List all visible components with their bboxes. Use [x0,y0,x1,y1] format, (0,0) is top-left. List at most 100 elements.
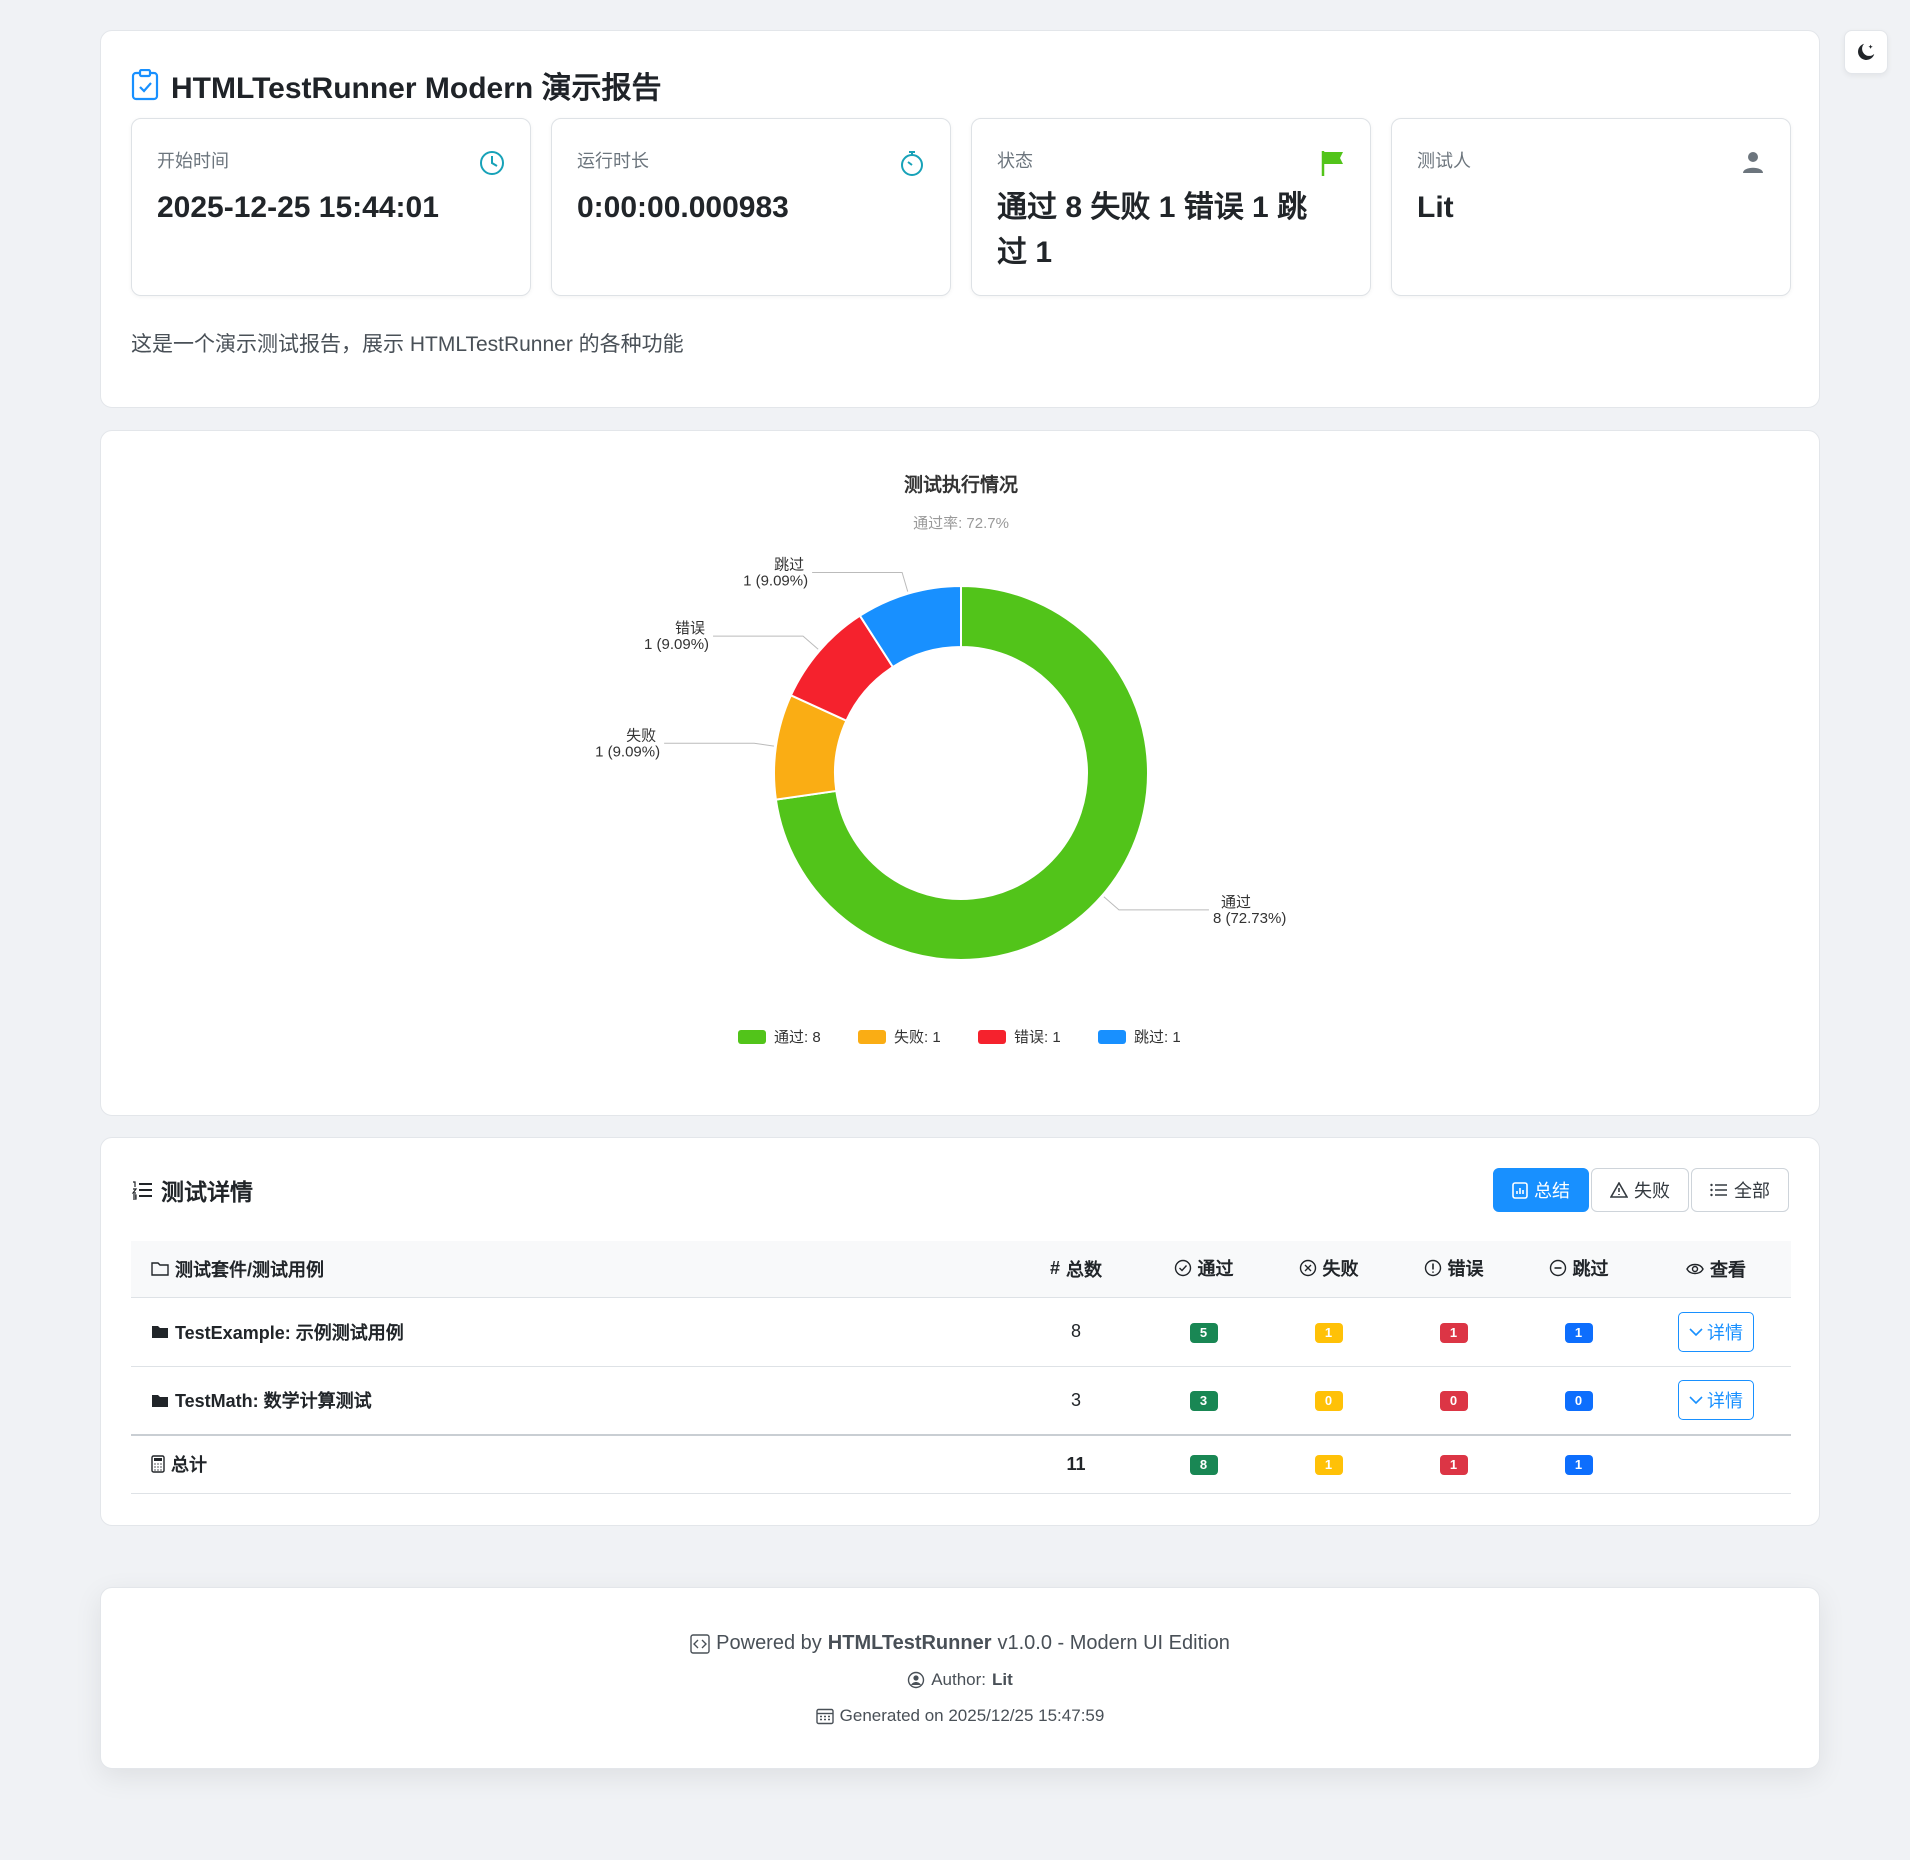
chart-label-value-2: 1 (9.09%) [595,743,660,760]
column-header-skip: 跳过 [1516,1241,1641,1298]
error-badge: 1 [1439,1455,1468,1476]
column-header-pass: 通过 [1141,1241,1266,1298]
filter-button-group: 总结 失败 全部 [1493,1168,1789,1212]
stat-label: 开始时间 [157,151,229,171]
report-header-card: HTMLTestRunner Modern 演示报告 开始时间 2025-12-… [100,30,1820,408]
skip-cell: 1 [1516,1297,1641,1367]
all-button-label: 全部 [1734,1181,1770,1201]
chart-label-name-1: 通过 [1221,894,1251,911]
chart-label-value-3: 1 (9.09%) [644,636,709,653]
suite-name: TestExample: 示例测试用例 [175,1322,404,1343]
stat-label: 状态 [997,151,1033,171]
list-ol-icon [131,1181,152,1200]
hash-icon: # [1049,1258,1060,1279]
empty-cell [1641,1434,1791,1494]
code-square-icon [690,1633,710,1654]
legend-swatch-1 [738,1030,766,1044]
clipboard-data-icon [1512,1182,1528,1199]
total-cell: 11 [1011,1434,1141,1494]
calculator-icon [151,1455,165,1473]
exclamation-circle-icon [1424,1260,1441,1277]
table-row: TestMath: 数学计算测试 3 3 0 0 0 详情 [131,1366,1791,1436]
pass-badge: 8 [1189,1455,1218,1476]
chart-label-value-1: 8 (72.73%) [1213,910,1286,927]
list-icon [1710,1183,1727,1197]
details-table: 测试套件/测试用例 # 总数 通过 失败 错误 跳过 查看 TestExample… [131,1241,1791,1494]
table-row: TestExample: 示例测试用例 8 5 1 1 1 详情 [131,1297,1791,1367]
folder-fill-icon [152,1326,168,1338]
summary-button-label: 总结 [1534,1181,1570,1201]
warning-icon [1610,1182,1628,1198]
detail-button-label: 详情 [1707,1322,1743,1343]
pass-cell: 3 [1141,1366,1266,1436]
view-cell: 详情 [1641,1366,1791,1436]
pass-cell: 5 [1141,1297,1266,1367]
chart-label-name-2: 失败 [626,727,656,744]
legend-swatch-4 [1098,1030,1126,1044]
person-icon [1740,149,1766,180]
chart-label-line-3 [713,635,819,650]
chevron-down-icon [1689,1396,1703,1405]
failed-button-label: 失败 [1634,1181,1670,1201]
column-header-label: 跳过 [1572,1259,1609,1280]
powered-name: HTMLTestRunner [827,1632,992,1654]
error-cell: 1 [1391,1434,1516,1494]
theme-toggle-button[interactable] [1844,30,1888,74]
x-circle-icon [1299,1260,1316,1277]
view-cell: 详情 [1641,1297,1791,1367]
chart-label-line-4 [812,571,909,592]
folder-fill-icon [152,1394,168,1407]
footer-card: Powered by HTMLTestRunner v1.0.0 - Moder… [100,1587,1820,1769]
suite-name-cell: TestExample: 示例测试用例 [131,1297,1011,1367]
details-card: 测试详情 总结 失败 全部 测试套件/测试用例 # 总数 通过 失败 错误 跳过… [100,1137,1820,1526]
report-description: 这是一个演示测试报告，展示 HTMLTestRunner 的各种功能 [131,333,684,356]
total-row: 总计 11 8 1 1 1 [131,1434,1791,1494]
column-header-label: 失败 [1322,1259,1359,1280]
error-badge: 0 [1439,1391,1468,1412]
column-header-total: # 总数 [1011,1241,1141,1298]
chart-label-line-2 [664,742,774,747]
error-cell: 1 [1391,1297,1516,1367]
generated-line: Generated on 2025/12/25 15:47:59 [101,1706,1819,1726]
skip-badge: 1 [1564,1322,1593,1343]
stat-start-time: 开始时间 2025-12-25 15:44:01 [131,118,531,296]
stat-label: 测试人 [1417,151,1471,171]
chart-card: 测试执行情况 通过率: 72.7% 通过 8 (72.73%) 失败 1 (9.09%) 错… [100,430,1820,1116]
all-button[interactable]: 全部 [1691,1168,1789,1212]
pass-badge: 3 [1189,1391,1218,1412]
generated-text: Generated on 2025/12/25 15:47:59 [839,1706,1105,1725]
author-line: Author: Lit [101,1670,1819,1690]
donut-chart: 测试执行情况通过率: 72.7%通过8 (72.73%)失败1 (9.09%)错… [595,473,1286,1046]
column-header-name: 测试套件/测试用例 [131,1241,1011,1298]
suite-name: TestMath: 数学计算测试 [175,1391,372,1412]
report-title: HTMLTestRunner Modern 演示报告 [131,63,662,107]
pass-badge: 5 [1189,1322,1218,1343]
legend-label-4: 跳过: 1 [1134,1029,1181,1046]
summary-button[interactable]: 总结 [1493,1168,1589,1212]
column-header-error: 错误 [1391,1241,1516,1298]
report-title-text: HTMLTestRunner Modern 演示报告 [171,72,662,105]
stat-label: 运行时长 [577,151,649,171]
chevron-down-icon [1689,1327,1703,1336]
fail-cell: 1 [1266,1434,1391,1494]
pass-cell: 8 [1141,1434,1266,1494]
powered-prefix: Powered by [716,1632,822,1654]
suite-name-cell: TestMath: 数学计算测试 [131,1366,1011,1436]
stat-tester: 测试人 Lit [1391,118,1791,296]
eye-icon [1686,1263,1704,1274]
chart-label-name-3: 错误 [675,620,705,637]
failed-button[interactable]: 失败 [1591,1168,1689,1212]
stat-value: 0:00:00.000983 [577,191,789,224]
detail-button[interactable]: 详情 [1678,1311,1754,1352]
skip-cell: 0 [1516,1366,1641,1436]
stat-value: 通过 8 失败 1 错误 1 跳过 1 [997,191,1308,269]
stat-value: Lit [1417,191,1454,224]
dash-circle-icon [1549,1260,1566,1277]
chart-title: 测试执行情况 [904,473,1018,496]
chart-label-value-4: 1 (9.09%) [743,572,808,589]
total-label: 总计 [171,1454,207,1475]
detail-button[interactable]: 详情 [1678,1380,1754,1421]
fail-cell: 0 [1266,1366,1391,1436]
skip-cell: 1 [1516,1434,1641,1494]
powered-by-line: Powered by HTMLTestRunner v1.0.0 - Moder… [101,1632,1819,1655]
